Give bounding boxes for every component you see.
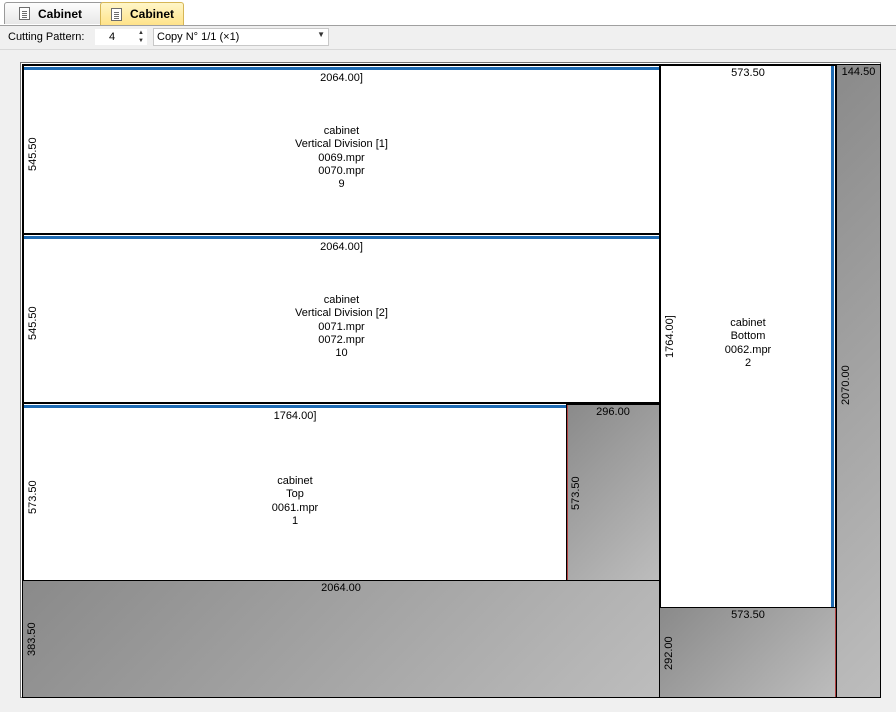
waste-height-dim: 2070.00 [840,365,852,405]
label-line: Bottom [730,330,766,343]
cutting-pattern-stepper[interactable]: 4 ▲ ▼ [94,28,148,46]
cutting-pattern-label: Cutting Pattern: [8,31,85,43]
waste-height-dim: 292.00 [663,636,675,670]
chevron-down-icon[interactable]: ▼ [317,30,325,39]
copy-select[interactable]: Copy N° 1/1 (×1) ▼ [153,28,329,46]
piece-vertical-division-1[interactable]: 2064.00] 545.50 cabinet Vertical Divisio… [22,64,661,235]
piece-width-dim: 2064.00] [320,72,363,84]
edge-band-top [24,67,659,70]
tab-cabinet-1[interactable]: Cabinet [4,2,104,24]
label-line: 0069.mpr [318,151,365,164]
label-line: Vertical Division [1] [295,138,388,151]
piece-width-dim: 1764.00] [273,410,317,422]
tab-label: Cabinet [130,7,175,21]
label-line: cabinet [323,125,360,137]
piece-label: cabinet Vertical Division [1] 0069.mpr 0… [24,125,659,191]
piece-label: cabinet Vertical Division [2] 0071.mpr 0… [24,294,659,360]
cutting-pattern-value: 4 [109,31,116,43]
cutting-canvas: 2064.00] 545.50 cabinet Vertical Divisio… [0,50,896,712]
kerf-line [567,405,568,580]
label-line: 0062.mpr [724,343,772,356]
piece-width-dim: 573.50 [731,67,765,79]
document-tab-strip: Cabinet Cabinet [0,0,896,26]
toolbar: Cutting Pattern: 4 ▲ ▼ Copy N° 1/1 (×1) ▼ [0,26,896,50]
waste-height-dim: 573.50 [570,476,582,510]
label-line: 1 [291,514,299,527]
label-line: 0071.mpr [318,320,365,333]
label-line: cabinet [323,294,360,306]
label-line: 10 [335,347,348,360]
label-line: 0072.mpr [318,333,365,346]
edge-band-top [24,405,566,408]
piece-vertical-division-2[interactable]: 2064.00] 545.50 cabinet Vertical Divisio… [22,233,661,404]
piece-top[interactable]: 1764.00] 573.50 cabinet Top 0061.mpr 1 [22,402,568,582]
piece-label: cabinet Bottom 0062.mpr 2 [661,317,835,370]
spinner-arrows-icon[interactable]: ▲ ▼ [138,29,144,45]
waste-width-dim: 573.50 [731,609,765,621]
label-line: cabinet [277,475,313,487]
document-icon [111,7,122,21]
piece-label: cabinet Top 0061.mpr 1 [24,475,566,528]
waste-piece: 296.00 573.50 [566,404,660,581]
label-line: 9 [338,178,345,191]
waste-piece: 573.50 292.00 [659,607,837,698]
waste-width-dim: 296.00 [596,406,630,418]
label-line: 0061.mpr [271,501,319,514]
waste-width-dim: 2064.00 [321,582,361,594]
waste-height-dim: 383.50 [26,622,38,656]
copy-select-value: Copy N° 1/1 (×1) [157,31,240,43]
label-line: 2 [744,356,752,369]
label-line: 0070.mpr [318,164,365,177]
waste-width-dim: 144.50 [841,66,876,78]
label-line: cabinet [730,317,766,329]
document-icon [19,7,30,20]
tab-cabinet-2[interactable]: Cabinet [100,2,184,25]
tab-label: Cabinet [38,6,83,21]
piece-width-dim: 2064.00] [320,241,363,253]
panel-sheet: 2064.00] 545.50 cabinet Vertical Divisio… [20,62,881,698]
edge-band-top [24,236,659,239]
label-line: Vertical Division [2] [295,307,388,320]
waste-piece: 2064.00 383.50 [22,580,660,698]
piece-bottom[interactable]: 573.50 1764.00] cabinet Bottom 0062.mpr … [659,64,837,609]
waste-piece: 144.50 2070.00 [836,64,881,698]
label-line: Top [286,488,304,501]
